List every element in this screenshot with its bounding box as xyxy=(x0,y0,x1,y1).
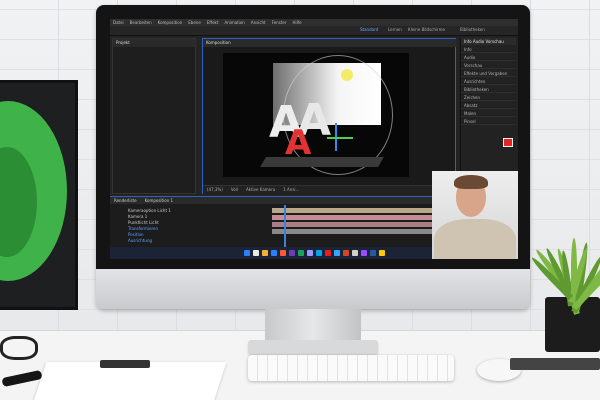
layer-row[interactable]: Ausrichtung xyxy=(128,238,268,244)
ae-toolbar: Standard Lernen Kleine Bildschirme Bibli… xyxy=(110,26,518,36)
workspace-small[interactable]: Kleine Bildschirme xyxy=(408,27,445,32)
taskbar-app-icon[interactable] xyxy=(279,250,286,256)
taskbar-app-icon[interactable] xyxy=(324,250,331,256)
tab-composition[interactable]: Komposition 1 xyxy=(145,197,173,204)
screen: Datei Bearbeiten Komposition Ebene Effekt Ani… xyxy=(110,19,518,259)
taskbar-app-icon[interactable] xyxy=(378,250,385,256)
taskbar-app-icon[interactable] xyxy=(270,250,277,256)
taskbar-app-icon[interactable] xyxy=(342,250,349,256)
panel-row[interactable]: Info xyxy=(461,45,516,53)
panel-row[interactable]: Ausrichten xyxy=(461,77,516,85)
panel-row[interactable]: Zeichen xyxy=(461,93,516,101)
person-hair xyxy=(454,175,488,189)
project-tab[interactable]: Projekt xyxy=(113,39,197,47)
layer-list: Kameraoption Licht 1 Kamera 1 Punktlicht L… xyxy=(110,206,270,248)
composition-tab[interactable]: Komposition xyxy=(203,39,457,47)
composition-panel: Komposition A A A (47,3%) Voll Aktive Ka… xyxy=(202,38,457,194)
desk-plate xyxy=(510,358,600,370)
workspace-libraries[interactable]: Bibliotheken xyxy=(460,27,485,32)
menu-item[interactable]: Bearbeiten xyxy=(130,19,152,26)
taskbar-app-icon[interactable] xyxy=(315,250,322,256)
panel-row[interactable]: Vorschau xyxy=(461,61,516,69)
monitor-chin xyxy=(96,269,530,309)
playhead[interactable] xyxy=(284,205,286,248)
taskbar-app-icon[interactable] xyxy=(297,250,304,256)
workspace-standard[interactable]: Standard xyxy=(360,27,378,32)
right-panel-title: Info Audio Vorschau xyxy=(461,38,516,45)
wall-poster xyxy=(0,80,78,310)
light-source-icon xyxy=(341,69,353,81)
taskbar-app-icon[interactable] xyxy=(369,250,376,256)
comp-footer: (47,3%) Voll Aktive Kamera 1 Ansi... xyxy=(203,185,457,194)
menu-item[interactable]: Ansicht xyxy=(251,19,266,26)
taskbar-app-icon[interactable] xyxy=(306,250,313,256)
keyboard xyxy=(248,355,454,381)
menu-item[interactable]: Ebene xyxy=(188,19,201,26)
panel-row[interactable]: Bibliotheken xyxy=(461,85,516,93)
view-count-select[interactable]: 1 Ansi... xyxy=(283,186,299,194)
taskbar-app-icon[interactable] xyxy=(243,250,250,256)
clipboard-clip xyxy=(100,360,150,368)
monitor-bezel: Datei Bearbeiten Komposition Ebene Effekt Ani… xyxy=(96,5,530,269)
resolution-select[interactable]: Voll xyxy=(231,186,238,194)
ae-menubar: Datei Bearbeiten Komposition Ebene Effekt Ani… xyxy=(110,19,518,26)
webcam-overlay xyxy=(432,171,518,259)
taskbar-app-icon[interactable] xyxy=(261,250,268,256)
eyeglasses xyxy=(0,336,38,360)
axis-y-handle[interactable] xyxy=(327,137,353,139)
workspace-lernen[interactable]: Lernen xyxy=(388,27,402,32)
panel-row[interactable]: Malen xyxy=(461,109,516,117)
person-body xyxy=(434,219,516,259)
menu-item[interactable]: Fenster xyxy=(272,19,287,26)
menu-item[interactable]: Hilfe xyxy=(292,19,301,26)
panel-row[interactable]: Effekte und Vorgaben xyxy=(461,69,516,77)
zoom-readout[interactable]: (47,3%) xyxy=(207,186,223,194)
letter-a-red: A xyxy=(285,123,312,163)
project-panel: Projekt xyxy=(112,38,197,194)
taskbar-app-icon[interactable] xyxy=(360,250,367,256)
scene: Datei Bearbeiten Komposition Ebene Effekt Ani… xyxy=(0,0,600,400)
imac-monitor: Datei Bearbeiten Komposition Ebene Effekt Ani… xyxy=(96,5,530,309)
panel-row[interactable]: Pinsel xyxy=(461,117,516,125)
taskbar-app-icon[interactable] xyxy=(333,250,340,256)
taskbar-app-icon[interactable] xyxy=(288,250,295,256)
panel-row[interactable]: Audio xyxy=(461,53,516,61)
comp-viewer[interactable]: A A A xyxy=(223,53,409,177)
menu-item[interactable]: Animation xyxy=(224,19,244,26)
panel-row[interactable]: Absatz xyxy=(461,101,516,109)
menu-item[interactable]: Komposition xyxy=(158,19,183,26)
menu-item[interactable]: Datei xyxy=(113,19,124,26)
floor-plane xyxy=(260,157,384,167)
taskbar-app-icon[interactable] xyxy=(351,250,358,256)
taskbar-app-icon[interactable] xyxy=(252,250,259,256)
monitor-base xyxy=(248,340,378,354)
menu-item[interactable]: Effekt xyxy=(207,19,219,26)
monitor-stand xyxy=(265,309,361,343)
camera-select[interactable]: Aktive Kamera xyxy=(246,186,275,194)
tab-render-queue[interactable]: Renderliste xyxy=(114,197,137,204)
fill-color-swatch[interactable] xyxy=(503,138,513,147)
